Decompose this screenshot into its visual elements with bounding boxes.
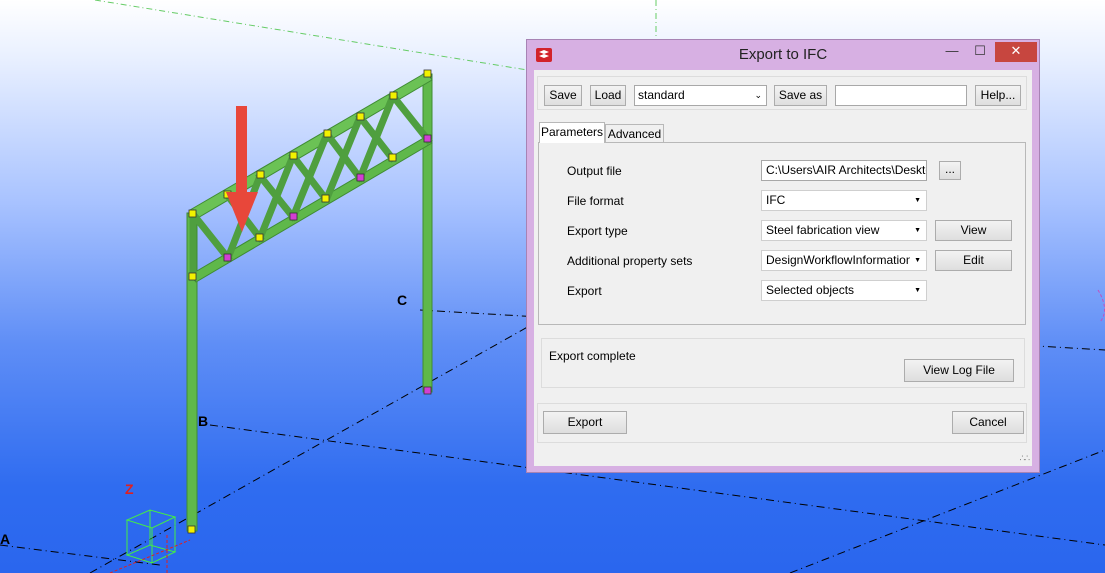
dropdown-arrow-icon: ▼ (914, 287, 921, 294)
load-button[interactable]: Load (590, 85, 626, 106)
status-text: Export complete (549, 349, 636, 363)
grid-label-b: B (198, 413, 209, 429)
save-as-button[interactable]: Save as (774, 85, 827, 106)
column-right (422, 73, 433, 393)
axis-gizmo (109, 509, 191, 573)
grid-label-c: C (397, 292, 408, 308)
tab-advanced[interactable]: Advanced (605, 124, 664, 144)
property-sets-select[interactable]: DesignWorkflowInformationTS ▼ (761, 250, 927, 271)
dropdown-arrow-icon: ▼ (914, 227, 921, 234)
output-file-value: C:\Users\AIR Architects\Desktop (766, 163, 927, 177)
export-type-select[interactable]: Steel fabrication view ▼ (761, 220, 927, 241)
export-type-label: Export type (567, 224, 628, 238)
export-scope-label: Export (567, 284, 602, 298)
node-markers (187, 69, 432, 534)
minimize-button[interactable]: — (939, 42, 965, 62)
truss-webs (188, 91, 433, 279)
export-type-value: Steel fabrication view (766, 223, 880, 237)
preset-select[interactable]: standard ⌄ (634, 85, 767, 106)
file-format-select[interactable]: IFC ▼ (761, 190, 927, 211)
file-format-label: File format (567, 194, 624, 208)
export-scope-select[interactable]: Selected objects ▼ (761, 280, 927, 301)
cancel-button[interactable]: Cancel (952, 411, 1024, 434)
help-button[interactable]: Help... (975, 85, 1021, 106)
save-button[interactable]: Save (544, 85, 582, 106)
dropdown-arrow-icon: ▼ (914, 257, 921, 264)
save-as-name-input[interactable] (835, 85, 967, 106)
property-sets-value: DesignWorkflowInformationTS (766, 253, 910, 267)
preset-select-value: standard (638, 88, 685, 102)
dialog-client-area: Save Load standard ⌄ Save as Help... Par… (534, 70, 1032, 466)
dropdown-arrow-icon: ▼ (914, 197, 921, 204)
close-button[interactable]: ✕ (995, 42, 1037, 62)
tab-parameters[interactable]: Parameters (539, 122, 605, 143)
edit-button[interactable]: Edit (935, 250, 1012, 271)
export-scope-value: Selected objects (766, 283, 855, 297)
arc-marker (1097, 289, 1105, 323)
grid-label-a: A (0, 531, 11, 547)
grid-line-diagonal-1 (89, 319, 541, 573)
dialog-titlebar[interactable]: Export to IFC — ☐ ✕ (527, 40, 1039, 70)
steel-frame (186, 71, 433, 532)
view-button[interactable]: View (935, 220, 1012, 241)
status-area: Export complete View Log File (541, 338, 1025, 388)
view-log-file-button[interactable]: View Log File (904, 359, 1014, 382)
browse-button[interactable]: ... (939, 161, 961, 180)
chevron-down-icon: ⌄ (754, 90, 762, 100)
output-file-label: Output file (567, 164, 622, 178)
resize-grip-icon[interactable]: ∴∴ (1020, 453, 1031, 464)
maximize-button[interactable]: ☐ (967, 42, 993, 62)
export-ifc-dialog: Export to IFC — ☐ ✕ Save Load standard ⌄… (526, 39, 1040, 473)
grid-line-a (0, 544, 161, 566)
z-axis-label: Z (125, 481, 134, 497)
action-bar: Export Cancel (537, 403, 1027, 443)
property-sets-label: Additional property sets (567, 254, 693, 268)
parameters-panel: Output file C:\Users\AIR Architects\Desk… (538, 142, 1026, 325)
output-file-input[interactable]: C:\Users\AIR Architects\Desktop (761, 160, 927, 181)
file-format-value: IFC (766, 193, 786, 207)
export-button[interactable]: Export (543, 411, 627, 434)
highlight-arrow (226, 106, 258, 232)
